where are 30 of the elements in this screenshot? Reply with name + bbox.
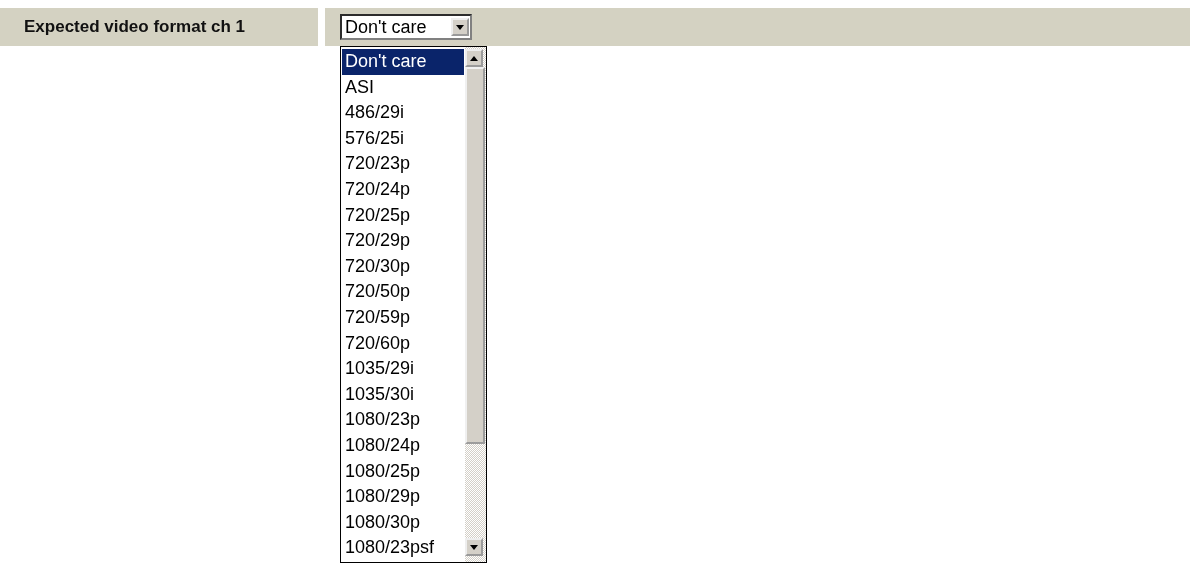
- dropdown-option[interactable]: Don't care: [342, 49, 464, 75]
- scroll-up-button[interactable]: [465, 49, 483, 67]
- dropdown-option[interactable]: 576/25i: [342, 125, 464, 152]
- dropdown-option[interactable]: 720/59p: [342, 304, 464, 331]
- dropdown-option[interactable]: 720/23p: [342, 151, 464, 177]
- dropdown-option[interactable]: 486/29i: [342, 100, 464, 126]
- dropdown-option[interactable]: 720/50p: [342, 279, 464, 305]
- dropdown-option[interactable]: 1080/24p: [342, 432, 464, 459]
- up-arrow-icon: [470, 55, 478, 61]
- dropdown-option[interactable]: ASI: [342, 74, 464, 101]
- down-arrow-icon: [456, 24, 464, 30]
- format-select[interactable]: Don't care: [340, 14, 472, 40]
- dropdown-option[interactable]: 1035/29i: [342, 356, 464, 382]
- dropdown-option[interactable]: 1080/23psf: [342, 535, 464, 561]
- scroll-thumb[interactable]: [465, 67, 485, 444]
- dropdown-option[interactable]: 1080/30p: [342, 509, 464, 536]
- scrollbar[interactable]: [465, 47, 486, 562]
- dropdown-option[interactable]: 720/29p: [342, 228, 464, 254]
- down-arrow-icon: [470, 544, 478, 550]
- scroll-down-button[interactable]: [465, 538, 483, 556]
- dropdown-option[interactable]: 1080/29p: [342, 484, 464, 510]
- dropdown-option[interactable]: 1080/25p: [342, 458, 464, 485]
- dropdown-option[interactable]: 720/25p: [342, 202, 464, 229]
- dropdown-option[interactable]: 1035/30i: [342, 381, 464, 408]
- dropdown-option[interactable]: 720/24p: [342, 176, 464, 203]
- dropdown-option[interactable]: 720/60p: [342, 330, 464, 357]
- field-label: Expected video format ch 1: [0, 8, 318, 46]
- dropdown-option[interactable]: 720/30p: [342, 253, 464, 280]
- dropdown-option[interactable]: 1080/23p: [342, 407, 464, 433]
- dropdown-button[interactable]: [451, 18, 469, 36]
